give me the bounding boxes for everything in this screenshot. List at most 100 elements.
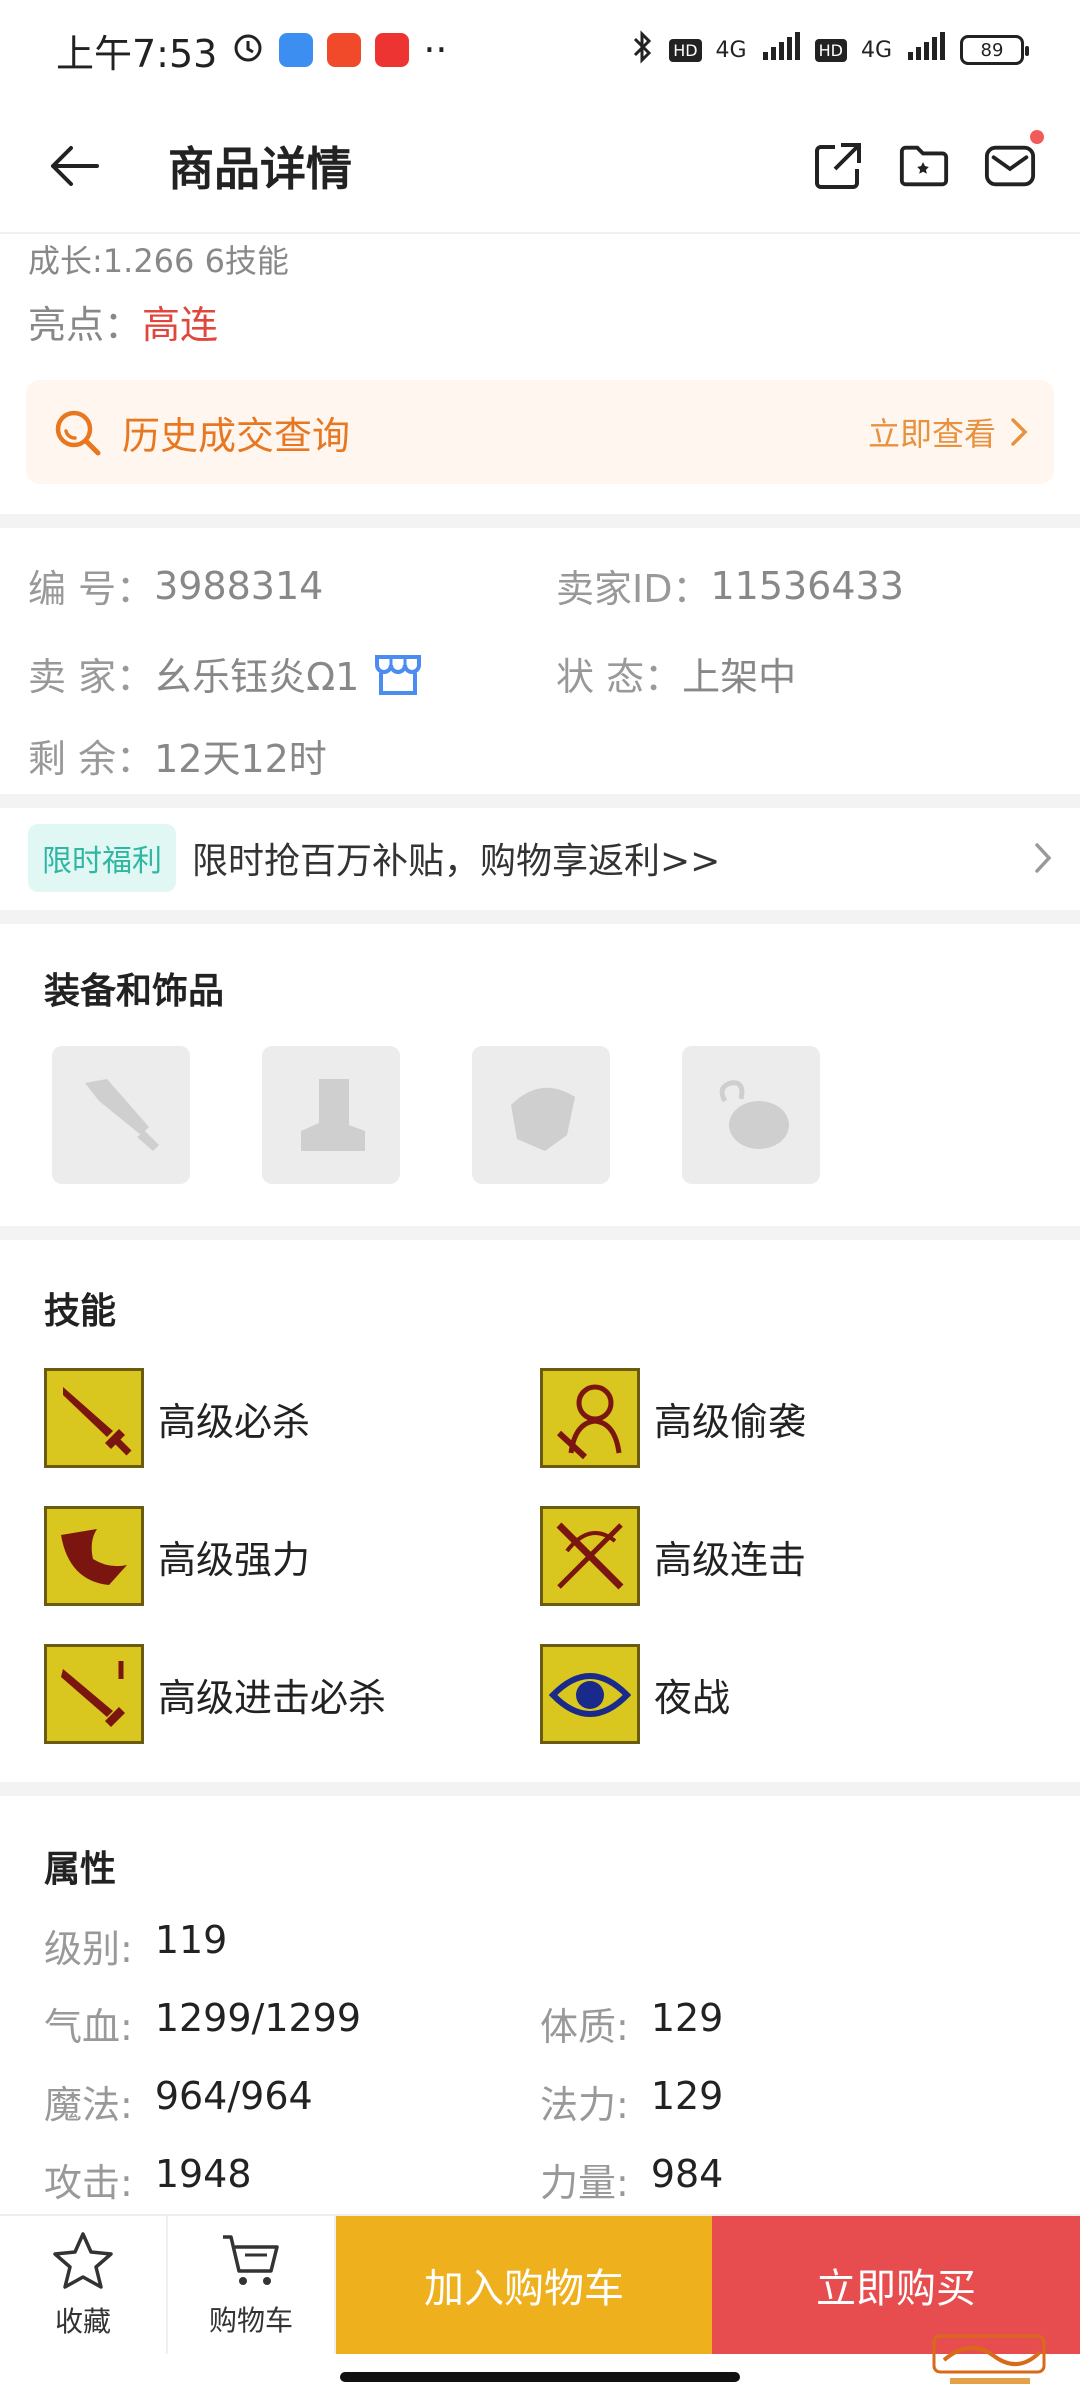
sword-icon xyxy=(44,1644,144,1744)
attribute-value: 1948 xyxy=(154,2152,252,2196)
info-label: 编 号： xyxy=(28,567,155,611)
equipment-slot-weapon[interactable] xyxy=(52,1046,190,1184)
view-now-label: 立即查看 xyxy=(867,415,996,453)
add-to-cart-button[interactable]: 加入购物车 xyxy=(336,2216,712,2354)
benefit-text: 限时抢百万补贴，购物享返利>> xyxy=(192,841,721,882)
search-icon xyxy=(55,410,101,456)
folder-star-icon xyxy=(899,145,949,187)
attribute-constitution: 体质: 129 xyxy=(540,1996,723,2051)
favorite-button[interactable]: 收藏 xyxy=(0,2216,168,2354)
cart-button[interactable]: 购物车 xyxy=(168,2216,336,2354)
attribute-value: 129 xyxy=(650,1996,724,2040)
skill-item[interactable]: 高级必杀 xyxy=(44,1368,310,1468)
benefit-tag: 限时福利 xyxy=(28,824,176,892)
nav-bar: 商品详情 xyxy=(0,100,1080,234)
skill-item[interactable]: 高级偷袭 xyxy=(540,1368,806,1468)
attribute-mp: 魔法: 964/964 xyxy=(44,2074,313,2129)
signal-icon xyxy=(761,32,801,68)
eye-icon xyxy=(540,1644,640,1744)
attribute-strength: 力量: 984 xyxy=(540,2152,723,2207)
section-divider xyxy=(0,1782,1080,1796)
star-icon xyxy=(53,2232,113,2289)
bluetooth-icon xyxy=(631,29,655,71)
attribute-value: 1299/1299 xyxy=(154,1996,362,2040)
attribute-label: 法力: xyxy=(540,2083,629,2127)
back-button[interactable] xyxy=(44,136,104,196)
accessory-icon xyxy=(719,1080,789,1149)
highlight-value: 高连 xyxy=(142,303,219,347)
arrow-left-icon xyxy=(51,146,99,186)
attribute-attack: 攻击: 1948 xyxy=(44,2152,252,2207)
skill-item[interactable]: 夜战 xyxy=(540,1644,730,1744)
info-label: 剩 余： xyxy=(28,737,155,781)
highlight-label: 亮点： xyxy=(28,303,143,347)
info-value: 3988314 xyxy=(154,563,324,608)
battery-icon: 89 xyxy=(960,35,1029,65)
skill-name: 夜战 xyxy=(654,1675,731,1720)
app-notification-icon xyxy=(327,33,362,67)
sword-icon xyxy=(44,1368,144,1468)
equipment-slot-accessory[interactable] xyxy=(682,1046,820,1184)
status-bar: 上午7:53 ·· HD 4G HD 4G 89 xyxy=(0,0,1080,100)
skill-item[interactable]: 高级连击 xyxy=(540,1506,806,1606)
growth-text: 成长:1.266 6技能 xyxy=(28,242,289,280)
info-value: 11536433 xyxy=(710,563,904,608)
favorite-label: 收藏 xyxy=(54,2305,111,2338)
section-divider xyxy=(0,910,1080,924)
info-label: 卖家ID： xyxy=(556,567,711,611)
battery-level: 89 xyxy=(980,39,1004,61)
crossed-swords-icon xyxy=(540,1506,640,1606)
signal-icon xyxy=(906,32,946,68)
attribute-value: 129 xyxy=(650,2074,724,2118)
attribute-label: 气血: xyxy=(44,2005,133,2049)
info-number: 编 号： 3988314 xyxy=(28,558,323,613)
info-seller-id: 卖家ID： 11536433 xyxy=(556,558,904,613)
message-button[interactable] xyxy=(984,130,1044,192)
boots-icon xyxy=(301,1079,365,1151)
section-divider xyxy=(0,1226,1080,1240)
skill-name: 高级连击 xyxy=(654,1537,807,1582)
view-now-link[interactable]: 立即查看 xyxy=(868,409,1028,455)
equipment-section-title: 装备和饰品 xyxy=(44,971,225,1012)
notification-dot xyxy=(1030,130,1044,144)
attribute-value: 119 xyxy=(154,1918,228,1962)
info-label: 卖 家： xyxy=(28,655,155,699)
skills-section-title: 技能 xyxy=(44,1291,117,1332)
info-value: 12天12时 xyxy=(154,737,327,781)
info-remaining: 剩 余： 12天12时 xyxy=(28,728,327,783)
attribute-value: 964/964 xyxy=(154,2074,313,2118)
highlight-row: 亮点：高连 xyxy=(28,294,218,349)
armor-icon xyxy=(511,1087,575,1151)
history-deal-query-button[interactable]: 历史成交查询 立即查看 xyxy=(26,380,1054,484)
limited-benefit-banner[interactable]: 限时福利 限时抢百万补贴，购物享返利>> xyxy=(0,808,1080,908)
cart-icon xyxy=(223,2235,279,2285)
info-label: 状 态： xyxy=(556,655,683,699)
attribute-label: 力量: xyxy=(540,2161,629,2205)
attribute-label: 体质: xyxy=(540,2005,629,2049)
skill-name: 高级必杀 xyxy=(158,1399,311,1444)
figure-icon xyxy=(540,1368,640,1468)
store-icon[interactable] xyxy=(373,651,423,697)
share-icon xyxy=(815,143,861,189)
app-notification-icon xyxy=(375,33,410,67)
skill-item[interactable]: 高级进击必杀 xyxy=(44,1644,386,1744)
cart-label: 购物车 xyxy=(208,2304,293,2337)
info-value: 上架中 xyxy=(682,655,797,699)
attribute-magic: 法力: 129 xyxy=(540,2074,723,2129)
alarm-icon xyxy=(231,28,265,72)
equipment-slot-armor[interactable] xyxy=(472,1046,610,1184)
hd-badge: HD xyxy=(814,38,847,62)
skill-name: 高级进击必杀 xyxy=(158,1675,387,1720)
network-label: 4G xyxy=(715,37,747,63)
arm-icon xyxy=(44,1506,144,1606)
weapon-icon xyxy=(85,1079,159,1151)
share-button[interactable] xyxy=(812,140,864,192)
collect-folder-button[interactable] xyxy=(898,140,950,192)
equipment-slot-boots[interactable] xyxy=(262,1046,400,1184)
skill-item[interactable]: 高级强力 xyxy=(44,1506,310,1606)
home-indicator[interactable] xyxy=(340,2372,740,2382)
seller-name[interactable]: 幺乐钰炎Ω1 xyxy=(154,646,359,701)
attributes-section-title: 属性 xyxy=(44,1849,117,1890)
app-notification-icon xyxy=(279,33,314,67)
watermark-logo xyxy=(930,2330,1060,2390)
